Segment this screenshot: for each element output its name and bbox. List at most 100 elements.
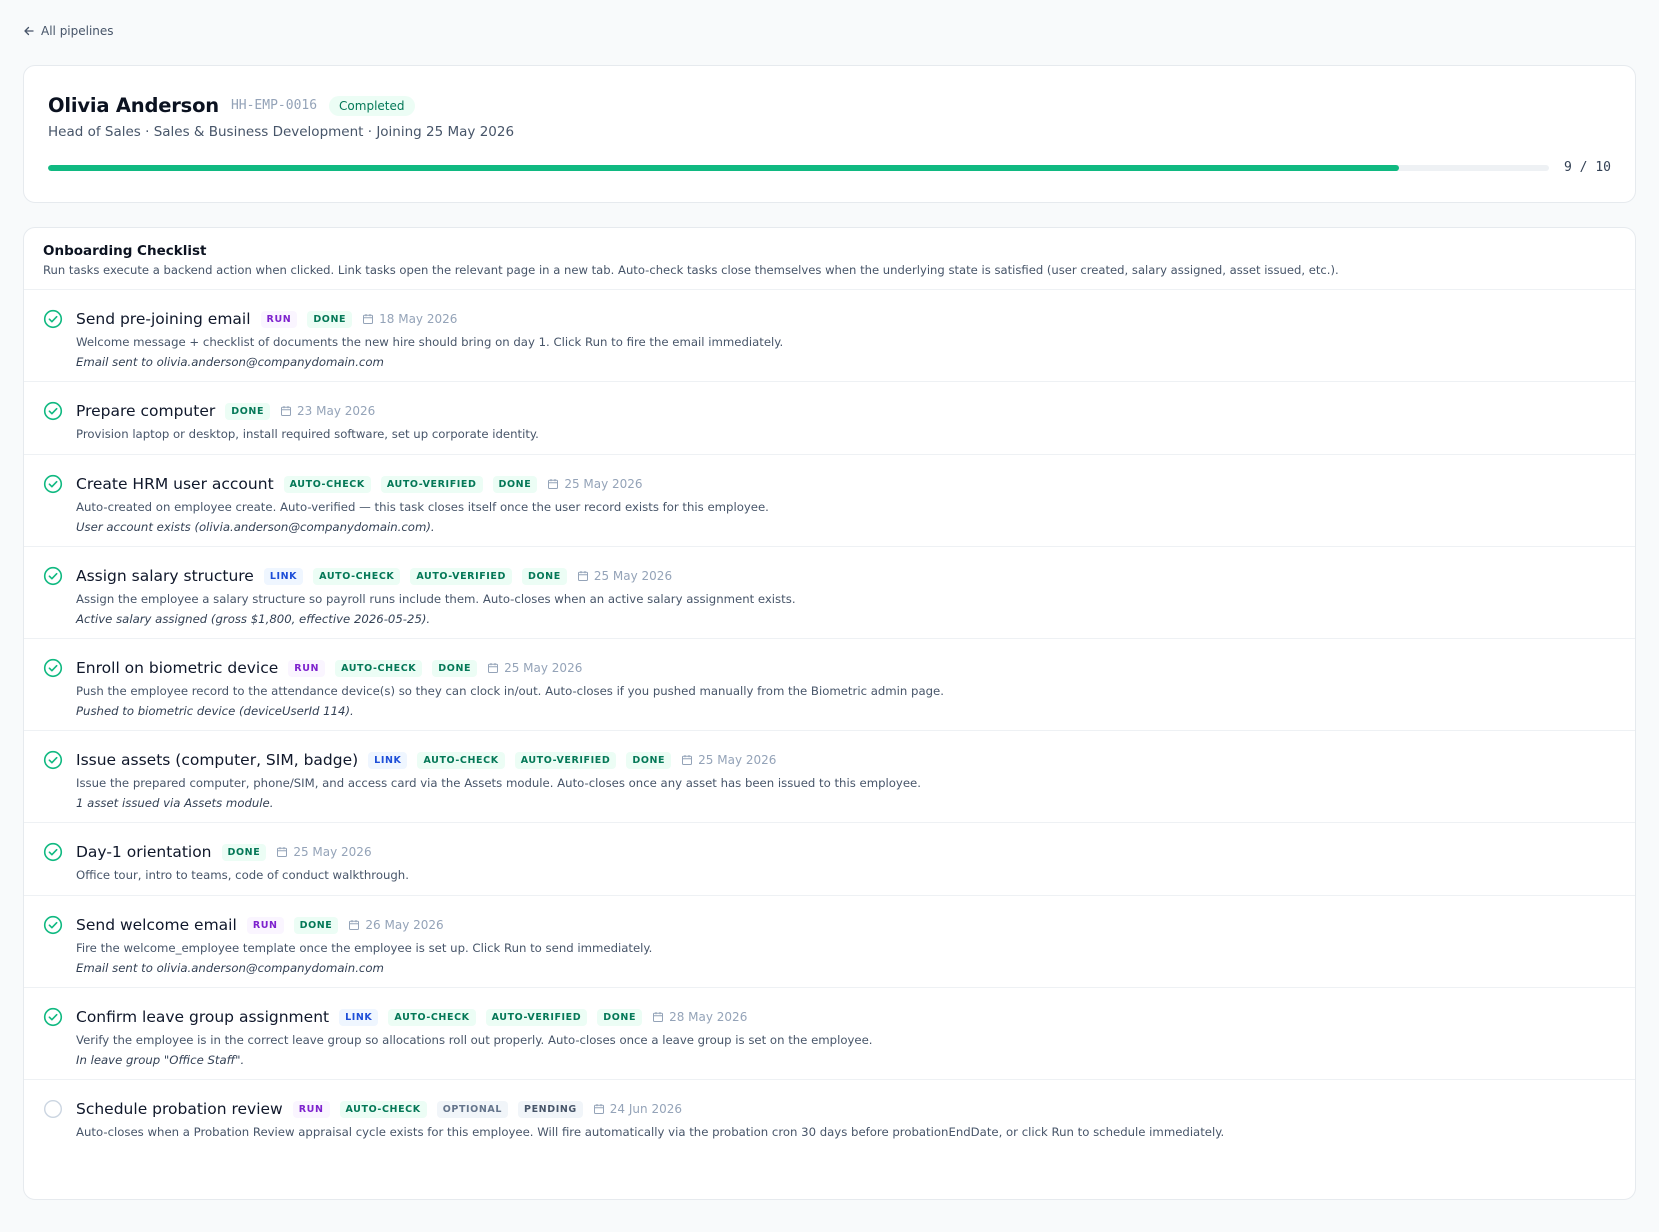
empty-circle-icon[interactable] <box>43 1099 63 1119</box>
task-done-badge: DONE <box>626 751 672 769</box>
task-description: Issue the prepared computer, phone/SIM, … <box>76 776 921 790</box>
task-done-badge: DONE <box>293 916 339 934</box>
task-auto-badge: AUTO-VERIFIED <box>485 1008 588 1026</box>
task-due-date: 25 May 2026 <box>487 661 582 675</box>
task-title-line: Assign salary structure LINK AUTO-CHECK AU… <box>76 566 1616 586</box>
task-due-date: 18 May 2026 <box>362 312 457 326</box>
task-title-line: Send pre-joining email RUN DONE 18 May 20… <box>76 309 1616 329</box>
task-done-badge: DONE <box>225 402 271 420</box>
task-done-badge: DONE <box>522 567 567 585</box>
task-title: Send welcome email <box>76 916 237 934</box>
task-title-line: Issue assets (computer, SIM, badge) LINK… <box>76 750 1616 770</box>
task-done-badge: DONE <box>221 843 267 861</box>
run-task-button[interactable]: RUN <box>246 916 284 934</box>
calendar-icon <box>577 570 589 582</box>
progress-count: 9 / 10 <box>1564 160 1611 175</box>
task-auto-badge: AUTO-CHECK <box>313 567 401 585</box>
task-status-note: 1 asset issued via Assets module. <box>76 796 274 810</box>
check-circle-icon[interactable] <box>43 1007 63 1027</box>
task-status-note: Pushed to biometric device (deviceUserId… <box>76 704 354 718</box>
task-date-text: 25 May 2026 <box>593 569 673 583</box>
task-description: Assign the employee a salary structure s… <box>76 592 796 606</box>
task-description: Push the employee record to the attendan… <box>76 684 944 698</box>
check-circle-icon[interactable] <box>43 309 63 329</box>
task-title: Day-1 orientation <box>76 843 212 861</box>
task-status-note: Email sent to olivia.anderson@companydom… <box>76 961 384 975</box>
task-title-line: Schedule probation review RUN AUTO-CHECK O… <box>76 1099 1616 1119</box>
task-list: Send pre-joining email RUN DONE 18 May 20… <box>24 290 1635 1154</box>
link-task-button[interactable]: LINK <box>339 1008 379 1026</box>
task-title-line: Create HRM user account AUTO-CHECK AUTO-V… <box>76 474 1616 494</box>
calendar-icon <box>280 405 292 417</box>
progress-bar-fill <box>48 165 1399 171</box>
checklist-task-row: Enroll on biometric device RUN AUTO-CHECK… <box>24 639 1635 731</box>
task-title: Send pre-joining email <box>76 310 251 328</box>
checklist-task-row: Assign salary structure LINK AUTO-CHECK AU… <box>24 547 1635 639</box>
task-auto-badge: AUTO-CHECK <box>388 1008 476 1026</box>
run-task-button[interactable]: RUN <box>292 1100 330 1118</box>
employee-name: Olivia Anderson <box>48 94 219 117</box>
checklist-task-row: Send pre-joining email RUN DONE 18 May 20… <box>24 290 1635 382</box>
task-title: Prepare computer <box>76 402 216 420</box>
task-description: Auto-created on employee create. Auto-ve… <box>76 500 769 514</box>
task-auto-badge: AUTO-CHECK <box>417 751 505 769</box>
task-due-date: 25 May 2026 <box>577 569 672 583</box>
task-description: Auto-closes when a Probation Review appr… <box>76 1125 1225 1139</box>
task-title: Issue assets (computer, SIM, badge) <box>76 751 359 769</box>
run-task-button[interactable]: RUN <box>288 659 326 677</box>
task-done-badge: DONE <box>432 659 478 677</box>
calendar-icon <box>652 1011 664 1023</box>
task-title: Confirm leave group assignment <box>76 1008 330 1026</box>
task-title-line: Day-1 orientation DONE 25 May 2026 <box>76 842 1616 862</box>
checklist-task-row: Confirm leave group assignment LINK AUTO-… <box>24 988 1635 1080</box>
task-date-text: 28 May 2026 <box>669 1010 748 1024</box>
check-circle-icon[interactable] <box>43 401 63 421</box>
check-circle-icon[interactable] <box>43 566 63 586</box>
back-to-pipelines-link[interactable]: All pipelines <box>23 24 114 38</box>
run-task-button[interactable]: RUN <box>260 310 298 328</box>
task-due-date: 28 May 2026 <box>652 1010 747 1024</box>
checklist-description: Run tasks execute a backend action when … <box>43 263 1339 277</box>
arrow-left-icon <box>24 26 34 36</box>
task-due-date: 25 May 2026 <box>681 753 776 767</box>
check-circle-icon[interactable] <box>43 750 63 770</box>
task-auto-badge: AUTO-CHECK <box>339 1100 427 1118</box>
task-status-note: In leave group "Office Staff". <box>76 1053 245 1067</box>
check-circle-icon[interactable] <box>43 658 63 678</box>
task-title-line: Confirm leave group assignment LINK AUTO-… <box>76 1007 1616 1027</box>
task-date-text: 26 May 2026 <box>365 918 444 932</box>
task-auto-badge: AUTO-CHECK <box>335 659 423 677</box>
task-title: Enroll on biometric device <box>76 659 279 677</box>
task-title: Assign salary structure <box>76 567 254 585</box>
link-task-button[interactable]: LINK <box>263 567 304 585</box>
check-circle-icon[interactable] <box>43 474 63 494</box>
task-due-date: 24 Jun 2026 <box>593 1102 682 1116</box>
employee-title-row: Olivia Anderson HH-EMP-0016 Completed <box>48 94 415 117</box>
task-done-badge: DONE <box>492 475 538 493</box>
task-title-line: Prepare computer DONE 23 May 2026 <box>76 401 1616 421</box>
task-auto-badge: AUTO-VERIFIED <box>380 475 483 493</box>
status-badge: Completed <box>329 95 415 116</box>
check-circle-icon[interactable] <box>43 842 63 862</box>
checklist-task-row: Create HRM user account AUTO-CHECK AUTO-V… <box>24 455 1635 547</box>
task-due-date: 25 May 2026 <box>276 845 372 859</box>
calendar-icon <box>681 754 693 766</box>
check-circle-icon[interactable] <box>43 915 63 935</box>
task-title: Schedule probation review <box>76 1100 283 1118</box>
employee-subtitle: Head of Sales · Sales & Business Develop… <box>48 124 515 140</box>
task-auto-badge: AUTO-CHECK <box>283 475 371 493</box>
employee-id: HH-EMP-0016 <box>230 98 318 113</box>
employee-header-card: Olivia Anderson HH-EMP-0016 Completed He… <box>23 65 1636 203</box>
task-date-text: 24 Jun 2026 <box>609 1102 682 1116</box>
task-title: Create HRM user account <box>76 475 274 493</box>
link-task-button[interactable]: LINK <box>368 751 408 769</box>
calendar-icon <box>593 1103 605 1115</box>
task-due-date: 26 May 2026 <box>348 918 444 932</box>
task-description: Provision laptop or desktop, install req… <box>76 427 539 441</box>
task-status-note: Email sent to olivia.anderson@companydom… <box>76 355 384 369</box>
checklist-task-row: Prepare computer DONE 23 May 2026 Provis… <box>24 382 1635 455</box>
task-title-line: Send welcome email RUN DONE 26 May 2026 <box>76 915 1616 935</box>
task-due-date: 25 May 2026 <box>547 477 643 491</box>
checklist-task-row: Issue assets (computer, SIM, badge) LINK… <box>24 731 1635 823</box>
task-date-text: 25 May 2026 <box>564 477 643 491</box>
